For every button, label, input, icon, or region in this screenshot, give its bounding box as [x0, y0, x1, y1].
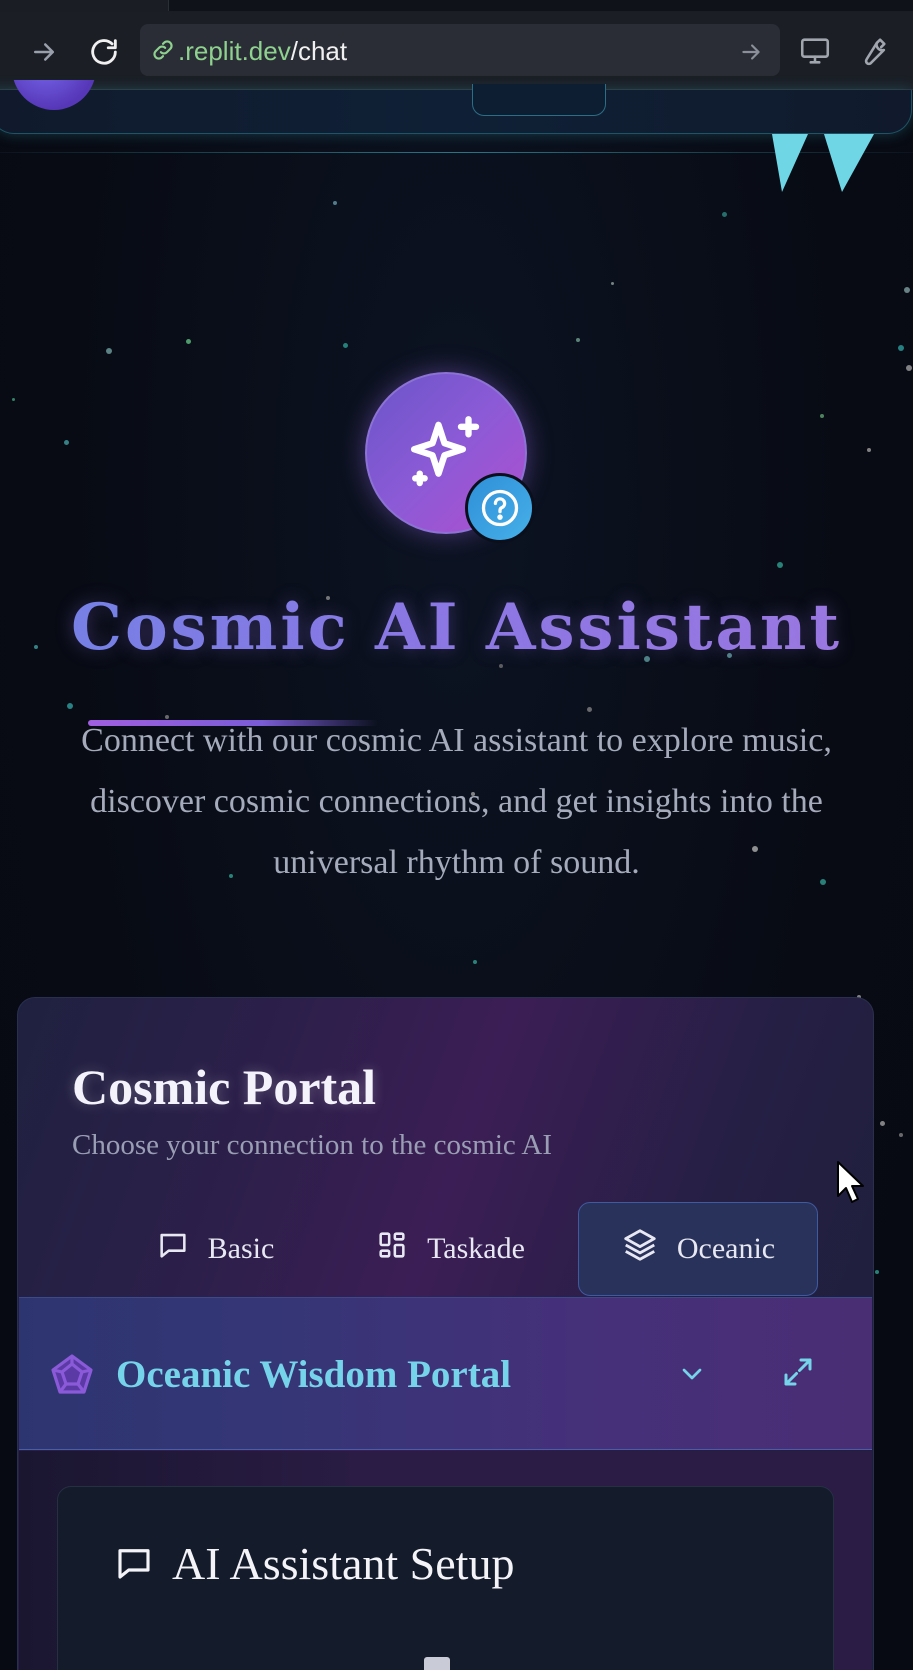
chevron-down-icon[interactable] — [670, 1352, 714, 1396]
hero-description-line: universal rhythm of sound. — [273, 844, 640, 881]
card-subtitle: Choose your connection to the cosmic AI — [72, 1129, 553, 1161]
mouse-cursor-icon — [837, 1161, 864, 1203]
star — [473, 960, 477, 964]
star — [12, 398, 15, 401]
tab-oceanic[interactable]: Oceanic — [578, 1202, 818, 1296]
oceanic-portal-title: Oceanic Wisdom Portal — [116, 1353, 512, 1396]
layout-grid-icon — [375, 1228, 409, 1270]
go-arrow-icon[interactable] — [738, 39, 764, 69]
message-square-icon — [113, 1542, 155, 1584]
help-badge-icon[interactable] — [465, 473, 535, 543]
star — [898, 345, 904, 351]
star — [106, 348, 112, 354]
tab-label: Taskade — [427, 1232, 525, 1265]
star — [611, 282, 614, 285]
star — [880, 1121, 885, 1126]
star — [875, 1270, 879, 1274]
forward-arrow-icon[interactable] — [26, 34, 62, 70]
url-path: /chat — [290, 36, 348, 66]
star — [333, 201, 337, 205]
tab-strip — [0, 0, 913, 12]
header-logo[interactable] — [12, 80, 96, 110]
star — [820, 414, 824, 418]
browser-toolbar: .replit.dev/chat — [0, 12, 913, 90]
wrench-icon[interactable] — [856, 34, 890, 72]
tab-basic[interactable]: Basic — [110, 1202, 320, 1296]
star — [576, 338, 580, 342]
setup-title: AI Assistant Setup — [172, 1538, 515, 1589]
decorative-spikes-icon — [772, 134, 874, 192]
monitor-icon[interactable] — [798, 34, 832, 72]
star — [906, 365, 912, 371]
star — [867, 448, 871, 452]
card-title: Cosmic Portal — [72, 1059, 377, 1115]
hero-description-line: Connect with our cosmic AI assistant to … — [81, 722, 832, 759]
hero-description-line: discover cosmic connections, and get ins… — [90, 783, 823, 820]
star — [343, 343, 348, 348]
layers-icon — [621, 1226, 659, 1272]
tab-label: Basic — [207, 1232, 275, 1265]
reload-icon[interactable] — [86, 34, 122, 70]
message-square-icon — [156, 1228, 190, 1270]
star — [64, 440, 69, 445]
partial-icon — [424, 1657, 450, 1670]
page: .replit.dev/chat Cosmic AI Assistant Con… — [0, 0, 913, 1670]
app-header — [0, 90, 912, 134]
hero-description: Connect with our cosmic AI assistant to … — [10, 710, 903, 893]
star — [67, 703, 73, 709]
star — [777, 562, 783, 568]
tab-taskade[interactable]: Taskade — [340, 1202, 560, 1296]
star — [904, 287, 910, 293]
url-domain: .replit.dev — [178, 36, 291, 66]
star — [899, 1133, 903, 1137]
url-text[interactable]: .replit.dev/chat — [178, 34, 347, 68]
link-icon — [150, 37, 176, 67]
expand-icon[interactable] — [776, 1350, 820, 1394]
star — [186, 339, 191, 344]
page-title: Cosmic AI Assistant — [0, 583, 913, 673]
pentagon-web-icon — [48, 1352, 96, 1400]
star — [722, 212, 727, 217]
header-button[interactable] — [472, 84, 606, 116]
tab-label: Oceanic — [676, 1232, 776, 1265]
